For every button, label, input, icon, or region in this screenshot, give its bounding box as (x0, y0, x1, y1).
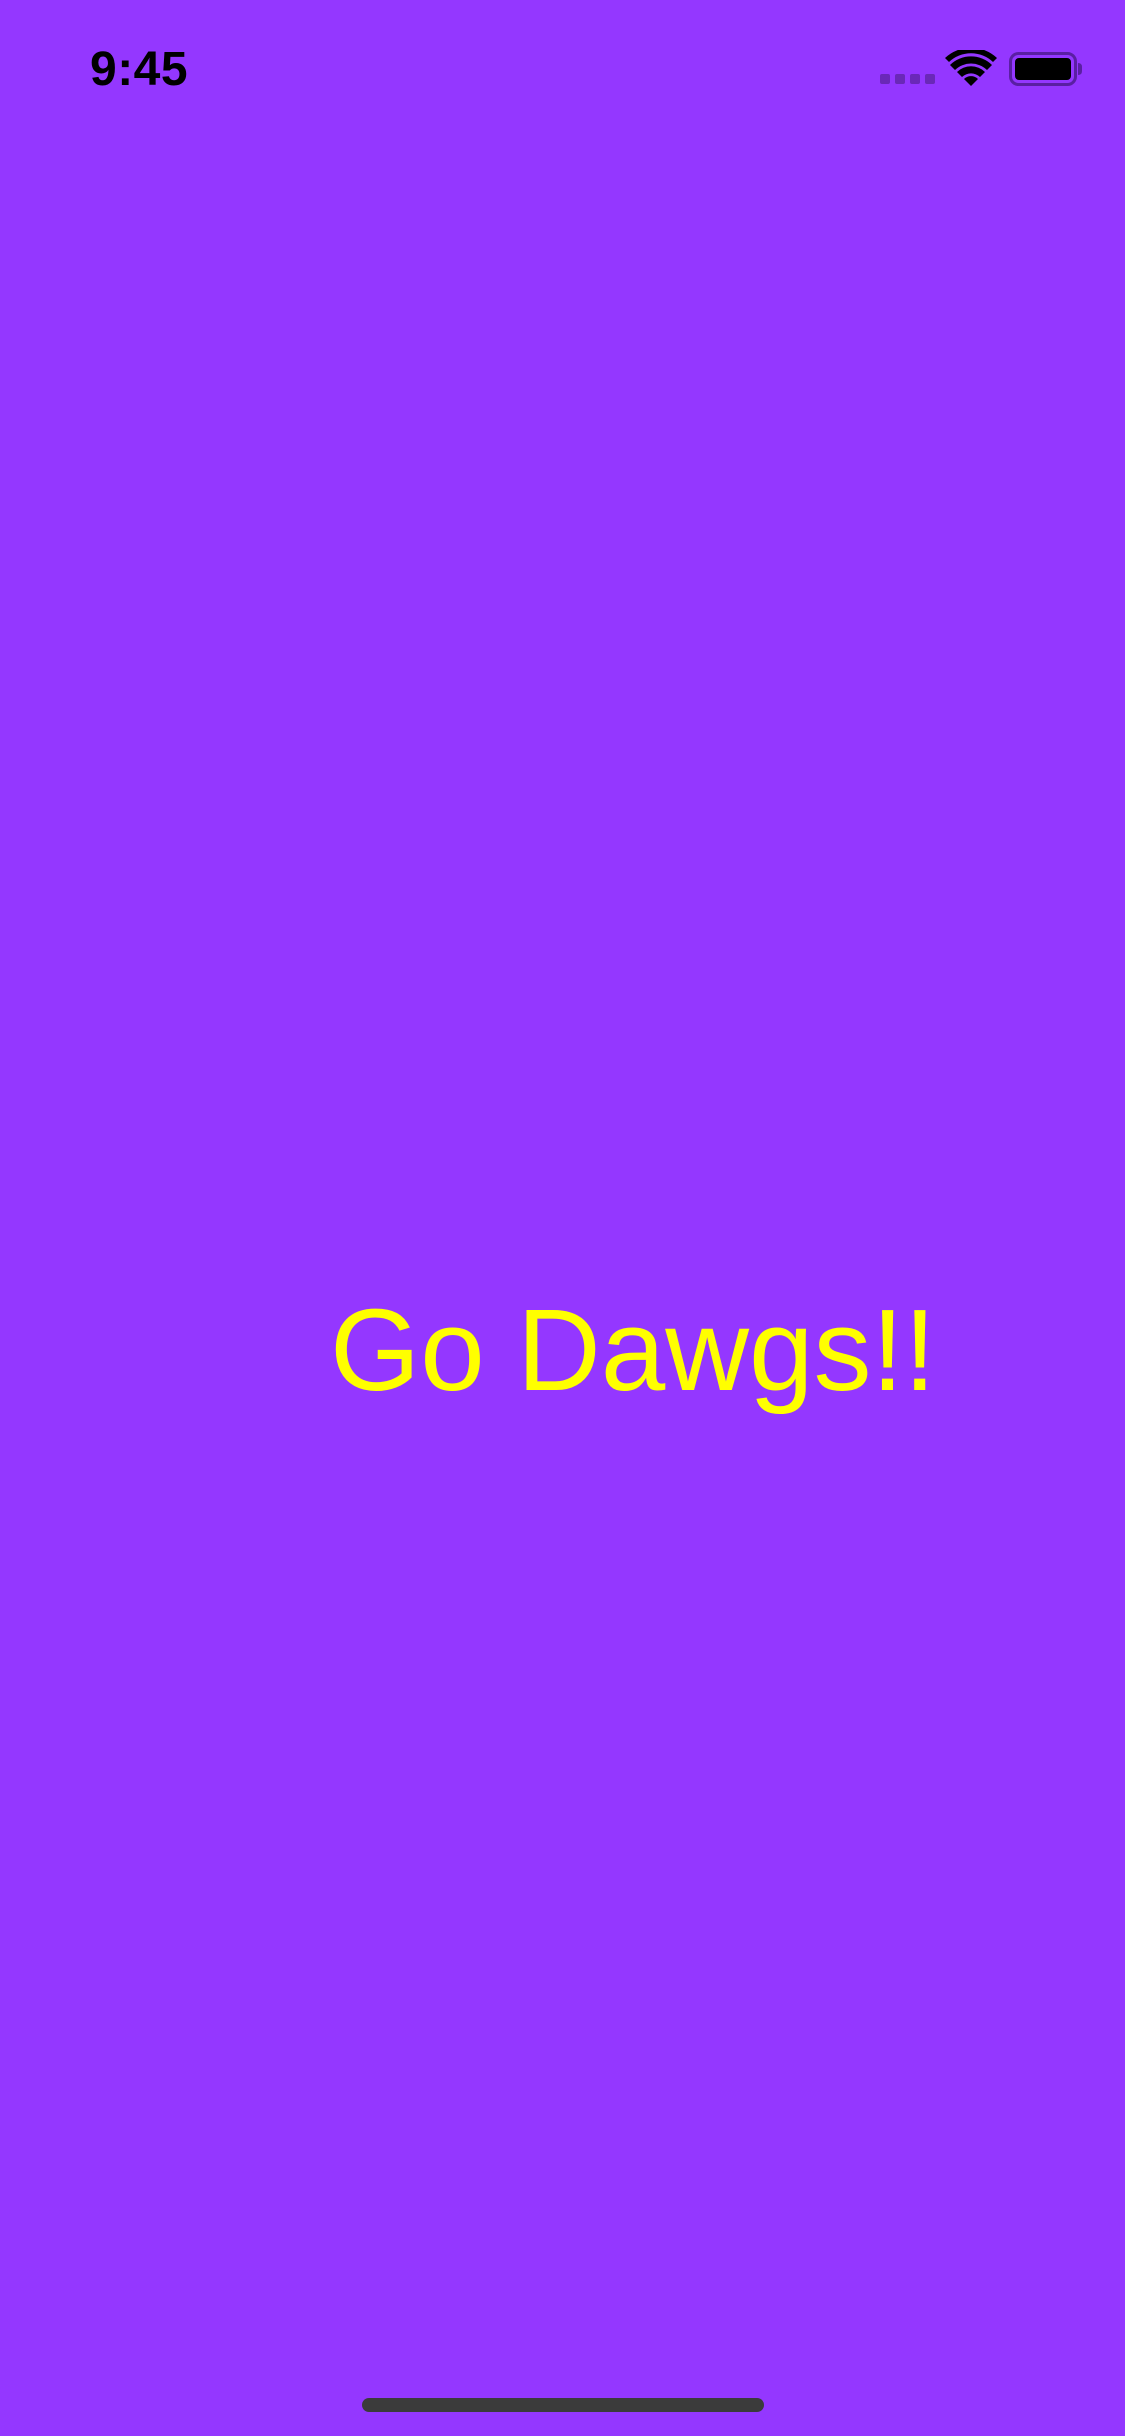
status-time: 9:45 (90, 43, 189, 96)
cellular-signal-icon (880, 74, 935, 84)
wifi-icon (945, 50, 997, 86)
status-bar: 9:45 (0, 0, 1125, 135)
home-indicator[interactable] (362, 2398, 764, 2412)
go-dawgs-label: Go Dawgs!! (330, 1285, 936, 1415)
battery-icon (1009, 52, 1082, 86)
app-screen: 9:45 Go Dawgs!! (0, 0, 1125, 2436)
